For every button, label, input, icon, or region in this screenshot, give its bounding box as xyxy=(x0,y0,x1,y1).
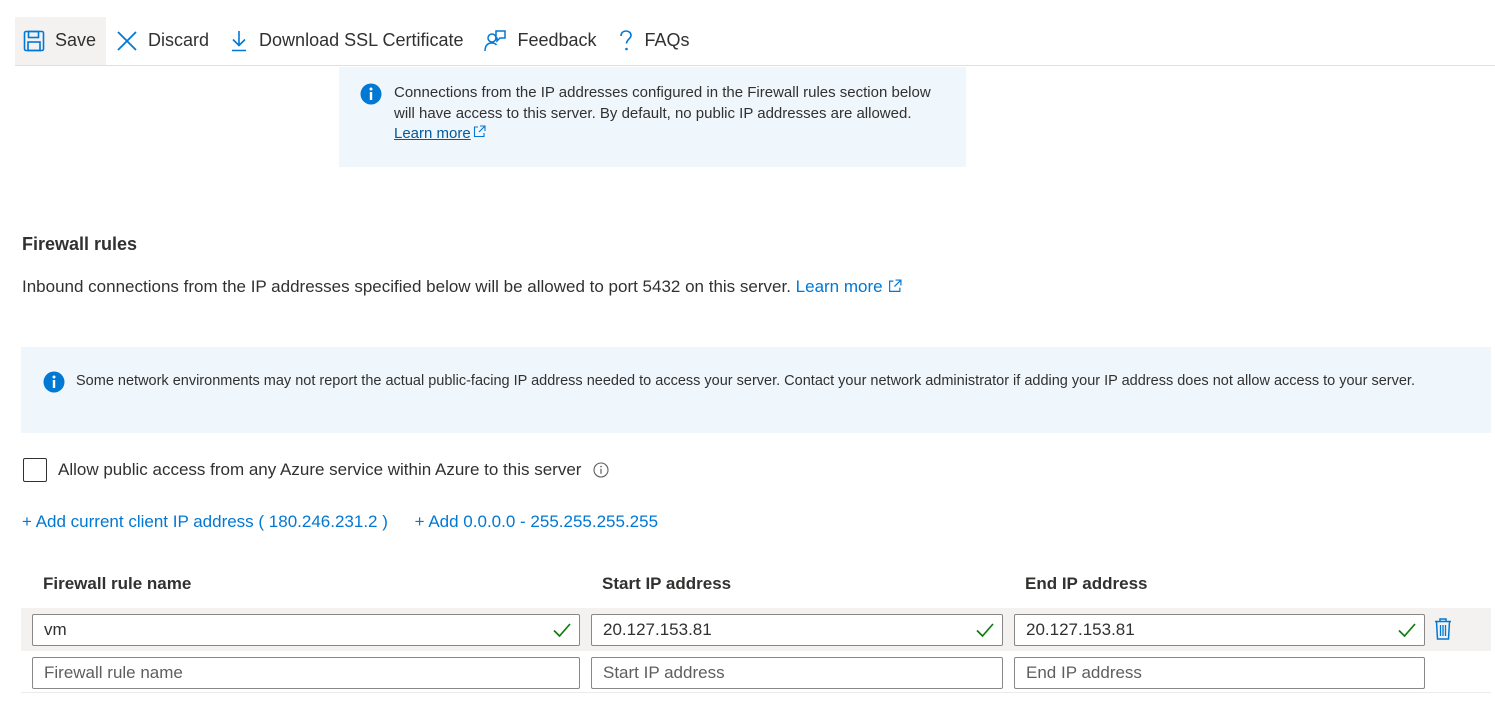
delete-rule-trash-icon[interactable] xyxy=(1434,618,1452,640)
external-link-icon xyxy=(888,279,902,292)
feedback-icon xyxy=(484,29,507,51)
new-end-ip-input[interactable] xyxy=(1026,658,1413,688)
row-divider xyxy=(21,692,1491,693)
feedback-label: Feedback xyxy=(517,30,597,50)
firewall-description-text: Inbound connections from the IP addresse… xyxy=(22,277,791,296)
valid-check-icon xyxy=(976,623,994,638)
new-end-ip-field[interactable] xyxy=(1014,657,1425,689)
info-icon xyxy=(360,83,382,105)
info-tooltip-icon[interactable] xyxy=(593,462,609,478)
info-icon xyxy=(43,371,65,393)
add-ip-actions: + Add current client IP address ( 180.24… xyxy=(22,512,680,532)
download-label: Download SSL Certificate xyxy=(259,30,464,50)
rule-name-input[interactable]: vm xyxy=(32,614,580,646)
feedback-button[interactable]: Feedback xyxy=(473,17,606,65)
new-start-ip-field[interactable] xyxy=(591,657,1003,689)
learn-more-link[interactable]: Learn more xyxy=(394,125,486,142)
command-bar: Save Discard Download SSL Certificate Fe… xyxy=(15,16,1495,66)
new-rule-name-field[interactable] xyxy=(32,657,580,689)
allow-azure-services-row: Allow public access from any Azure servi… xyxy=(23,458,609,482)
start-ip-input[interactable]: 20.127.153.81 xyxy=(591,614,1003,646)
close-icon xyxy=(117,30,137,51)
faqs-button[interactable]: FAQs xyxy=(607,17,700,65)
firewall-rules-title: Firewall rules xyxy=(22,234,138,254)
discard-button[interactable]: Discard xyxy=(106,17,219,65)
discard-label: Discard xyxy=(148,30,210,50)
firewall-rules-description: Inbound connections from the IP addresse… xyxy=(22,277,902,297)
end-ip-input[interactable]: 20.127.153.81 xyxy=(1014,614,1425,646)
add-all-ip-range-link[interactable]: + Add 0.0.0.0 - 255.255.255.255 xyxy=(415,512,658,531)
add-client-ip-link[interactable]: + Add current client IP address ( 180.24… xyxy=(22,512,388,531)
firewall-learn-more-link[interactable]: Learn more xyxy=(796,277,902,296)
external-link-icon xyxy=(473,125,486,138)
save-icon xyxy=(23,30,45,51)
allow-azure-services-label: Allow public access from any Azure servi… xyxy=(58,460,582,479)
info-banner-connections: Connections from the IP addresses config… xyxy=(339,67,966,167)
info-banner-text: Connections from the IP addresses config… xyxy=(394,84,931,122)
valid-check-icon xyxy=(1398,623,1416,638)
save-label: Save xyxy=(55,30,97,50)
question-icon xyxy=(619,29,632,50)
download-ssl-button[interactable]: Download SSL Certificate xyxy=(219,17,473,65)
network-note-text: Some network environments may not report… xyxy=(76,373,1415,389)
valid-check-icon xyxy=(553,623,571,638)
new-start-ip-input[interactable] xyxy=(603,658,991,688)
info-banner-network: Some network environments may not report… xyxy=(21,347,1491,433)
save-button[interactable]: Save xyxy=(15,16,107,65)
column-header-rule-name: Firewall rule name xyxy=(43,574,192,593)
faqs-label: FAQs xyxy=(644,30,690,50)
new-rule-name-input[interactable] xyxy=(44,658,568,688)
download-icon xyxy=(232,30,247,51)
column-header-end-ip: End IP address xyxy=(1025,574,1148,593)
column-header-start-ip: Start IP address xyxy=(602,574,732,593)
allow-azure-services-checkbox[interactable] xyxy=(23,458,47,482)
